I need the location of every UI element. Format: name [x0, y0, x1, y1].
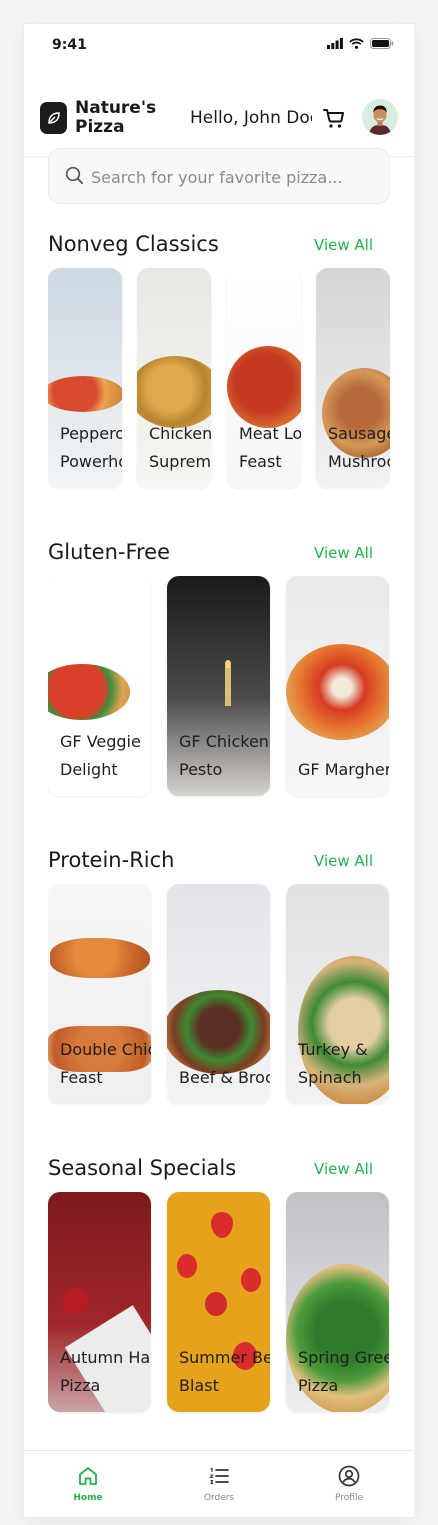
brand-line-1: Nature's [75, 98, 157, 118]
battery-icon [370, 38, 394, 49]
section-title: Protein-Rich [48, 848, 175, 872]
cart-icon [323, 109, 344, 128]
pizza-name: GF Margherita [298, 760, 389, 779]
nav-profile[interactable]: Profile [309, 1465, 389, 1503]
pizza-card[interactable]: Pepperoni Powerhouse [48, 268, 122, 488]
pizza-name: Sausage Mushroom [328, 424, 390, 471]
app-screen: 9:41 Nature's Pizza Hello, John Doe Sear… [24, 24, 414, 1517]
nav-orders[interactable]: Orders [179, 1465, 259, 1503]
status-bar: 9:41 [24, 24, 414, 70]
pizza-card[interactable]: Beef & Broccoli [167, 884, 270, 1104]
brand-name: Nature's Pizza [75, 99, 175, 137]
status-time: 9:41 [52, 37, 87, 53]
list-icon [209, 1467, 229, 1485]
pizza-card[interactable]: Spring Greens Pizza [286, 1192, 389, 1412]
avatar[interactable] [362, 99, 398, 135]
section-protein-rich: Protein-Rich View All Double Chicken Fea… [24, 848, 414, 1128]
search-input[interactable] [89, 163, 383, 191]
pizza-name: GF Veggie Delight [60, 732, 141, 779]
section-nonveg-classics: Nonveg Classics View All Pepperoni Power… [24, 232, 414, 512]
pizza-name: GF Chicken Pesto [179, 732, 269, 779]
pizza-card[interactable]: GF Margherita [286, 576, 389, 796]
view-all-link[interactable]: View All [314, 852, 373, 870]
pizza-name: Double Chicken Feast [60, 1040, 151, 1087]
pizza-card[interactable]: Chicken Supreme [137, 268, 211, 488]
nav-label: Home [73, 1493, 103, 1503]
search-icon [65, 166, 84, 185]
pizza-name: Turkey & Spinach [298, 1040, 368, 1087]
view-all-link[interactable]: View All [314, 236, 373, 254]
carousel: GF Veggie Delight GF Chicken Pesto GF Ma… [48, 576, 390, 798]
nav-label: Orders [203, 1493, 235, 1503]
pizza-card[interactable]: Autumn Harvest Pizza [48, 1192, 151, 1412]
pizza-card[interactable]: Turkey & Spinach [286, 884, 389, 1104]
pizza-name: Summer Berry Blast [179, 1348, 270, 1395]
pizza-name: Autumn Harvest Pizza [60, 1348, 151, 1395]
section-title: Seasonal Specials [48, 1156, 237, 1180]
bottom-nav: Home Orders Profile [24, 1450, 414, 1517]
pizza-card[interactable]: GF Chicken Pesto [167, 576, 270, 796]
section-title: Nonveg Classics [48, 232, 219, 256]
pizza-name: Beef & Broccoli [179, 1068, 270, 1087]
pizza-card[interactable]: GF Veggie Delight [48, 576, 151, 796]
pizza-card[interactable]: Double Chicken Feast [48, 884, 151, 1104]
signal-icon [327, 38, 343, 49]
carousel: Autumn Harvest Pizza Summer Berry Blast … [48, 1192, 390, 1414]
section-title: Gluten-Free [48, 540, 171, 564]
pizza-name: Chicken Supreme [149, 424, 211, 471]
pizza-name: Spring Greens Pizza [298, 1348, 389, 1395]
section-gluten-free: Gluten-Free View All GF Veggie Delight G… [24, 540, 414, 820]
search-bar[interactable] [48, 148, 390, 204]
greeting-text: Hello, John Doe [190, 108, 312, 128]
carousel: Pepperoni Powerhouse Chicken Supreme Mea… [48, 268, 390, 490]
pizza-card[interactable]: Sausage Mushroom [316, 268, 390, 488]
app-header: Nature's Pizza Hello, John Doe [24, 70, 414, 157]
view-all-link[interactable]: View All [314, 1160, 373, 1178]
nav-label: Profile [335, 1493, 363, 1503]
home-icon [79, 1467, 97, 1485]
user-circle-icon [338, 1465, 360, 1487]
pizza-card[interactable]: Meat Lover's Feast [227, 268, 301, 488]
view-all-link[interactable]: View All [314, 544, 373, 562]
carousel: Double Chicken Feast Beef & Broccoli Tur… [48, 884, 390, 1106]
pizza-card[interactable]: Summer Berry Blast [167, 1192, 270, 1412]
pizza-name: Pepperoni Powerhouse [60, 424, 122, 471]
section-seasonal-specials: Seasonal Specials View All Autumn Harves… [24, 1156, 414, 1436]
wifi-icon [349, 38, 364, 49]
leaf-logo-icon [40, 102, 67, 134]
brand-line-2: Pizza [75, 117, 125, 137]
pizza-name: Meat Lover's Feast [239, 424, 301, 471]
nav-home[interactable]: Home [48, 1465, 128, 1503]
cart-button[interactable] [322, 106, 346, 130]
